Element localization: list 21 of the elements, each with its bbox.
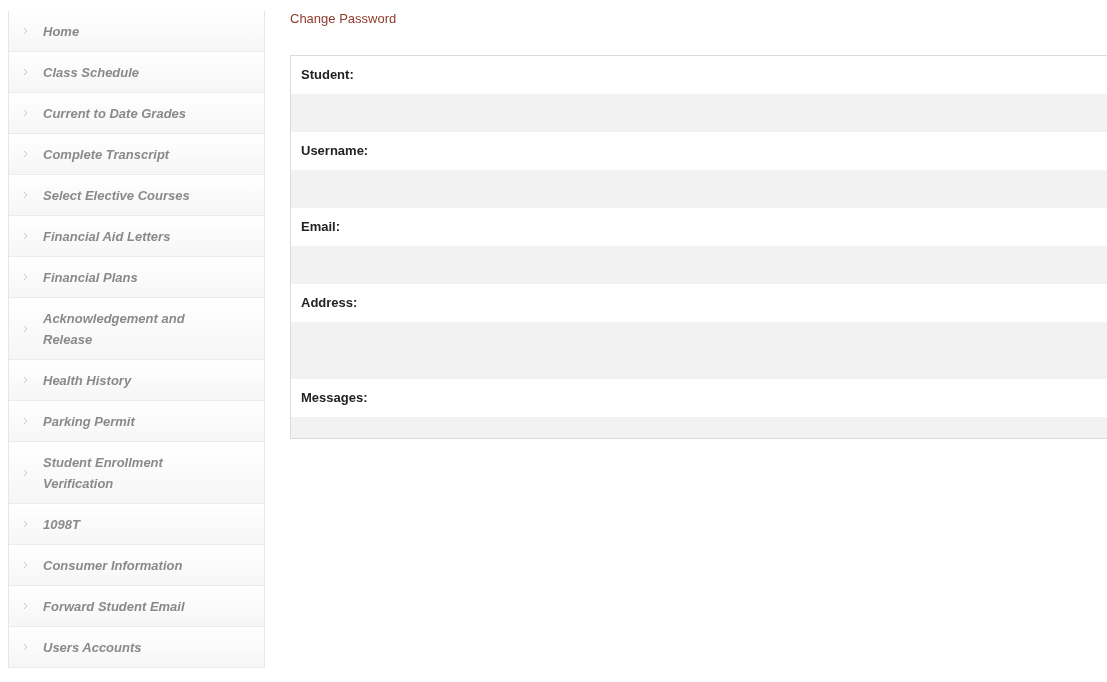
field-label: Messages: [301,388,368,407]
change-password-link[interactable]: Change Password [290,9,397,29]
chevron-icon [23,324,28,333]
field-label: Student: [301,65,354,84]
chevron-icon [23,273,28,281]
chevron-icon [23,68,28,76]
chevron-icon [23,561,28,569]
chevron-icon [23,109,28,117]
chevron-icon [23,232,28,240]
chevron-icon [23,417,28,425]
chevron-icon [23,376,28,384]
field-label: Email: [301,217,340,236]
chevron-icon [23,150,28,158]
field-label: Address: [301,293,358,312]
chevron-icon [23,520,28,528]
chevron-icon [23,643,28,651]
chevron-icon [23,27,28,35]
chevron-icon [23,602,28,610]
field-label: Username: [301,141,369,160]
chevron-icon [23,191,28,199]
chevron-icon [23,468,28,477]
